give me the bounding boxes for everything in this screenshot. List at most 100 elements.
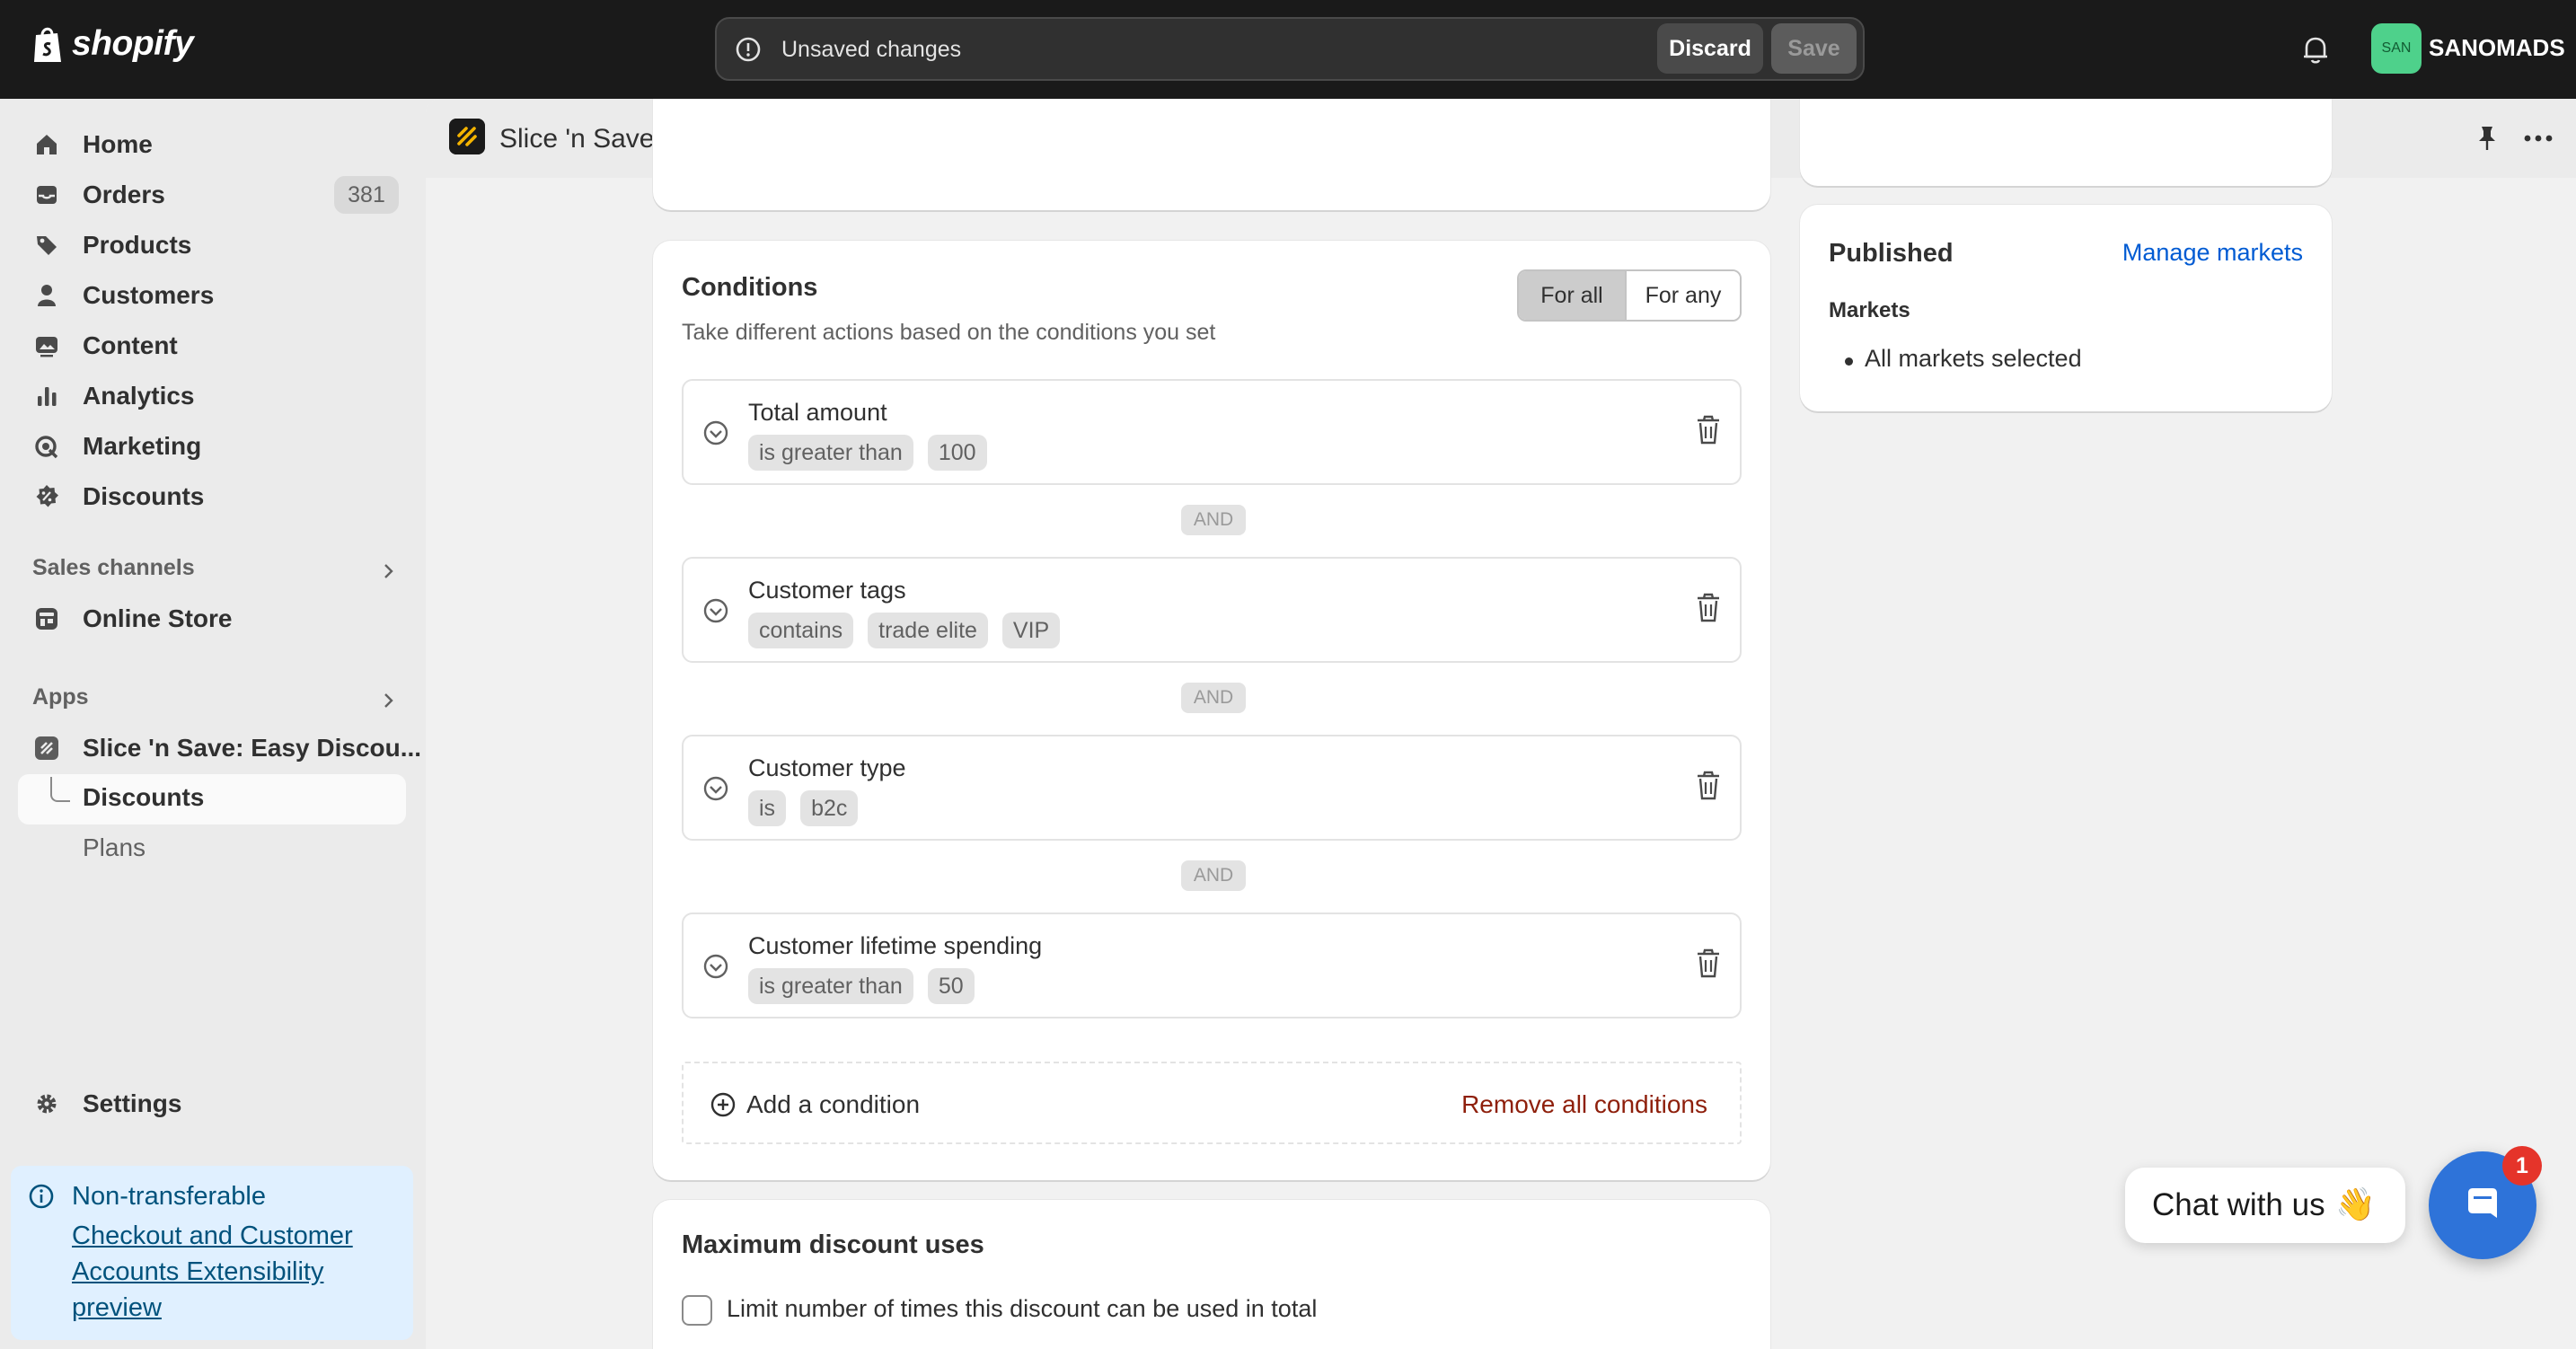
sidebar-subitem-discounts-active[interactable] — [18, 774, 406, 824]
tree-connector — [50, 777, 70, 802]
chevron-circle-icon[interactable] — [701, 419, 730, 447]
tag-icon — [37, 236, 57, 255]
chat-with-us-pill[interactable]: Chat with us 👋 — [2125, 1168, 2405, 1243]
condition-row[interactable]: Customer type is b2c — [682, 735, 1742, 841]
shopify-logo[interactable]: shopify — [31, 24, 194, 64]
extensibility-notice: Non-transferable Checkout and Customer A… — [11, 1166, 413, 1340]
home-icon — [37, 135, 57, 154]
app-icon — [35, 736, 58, 760]
inbox-icon — [37, 186, 57, 204]
image-icon — [36, 337, 57, 357]
store-icon — [36, 608, 57, 630]
markets-label: Markets — [1829, 298, 1910, 322]
notice-link[interactable]: Checkout and Customer Accounts Extensibi… — [72, 1218, 404, 1326]
sidebar-item-products[interactable]: Products — [32, 224, 191, 267]
sidebar-item-label: Customers — [83, 281, 215, 309]
previous-side-card — [1800, 99, 2332, 186]
remove-all-conditions-button[interactable]: Remove all conditions — [1461, 1090, 1707, 1119]
sidebar-item-online-store[interactable]: Online Store — [32, 597, 232, 640]
limit-uses-label[interactable]: Limit number of times this discount can … — [727, 1295, 1317, 1323]
condition-name: Customer type — [748, 754, 906, 781]
sidebar-item-orders[interactable]: Orders — [32, 173, 165, 216]
published-card: Published Manage markets Markets All mar… — [1800, 205, 2332, 411]
more-horizontal-icon[interactable] — [2520, 122, 2556, 154]
wave-icon: 👋 — [2335, 1186, 2376, 1222]
add-condition-button[interactable]: Add a condition — [746, 1090, 920, 1119]
condition-chips: contains trade elite VIP — [748, 613, 1061, 648]
chat-bubble-icon — [2468, 1188, 2497, 1218]
sidebar-item-home[interactable]: Home — [32, 123, 153, 166]
gear-icon — [37, 1094, 57, 1114]
sidebar-item-settings[interactable]: Settings — [32, 1082, 181, 1125]
store-avatar[interactable]: SAN — [2371, 23, 2422, 74]
chat-notification-badge: 1 — [2502, 1146, 2542, 1186]
sidebar-item-content[interactable]: Content — [32, 324, 178, 367]
sales-channels-heading[interactable]: Sales channels — [32, 555, 195, 581]
chevron-circle-icon[interactable] — [701, 774, 730, 803]
chat-label: Chat with us — [2152, 1187, 2325, 1222]
store-name[interactable]: SANOMADS — [2429, 34, 2565, 62]
discount-icon — [36, 485, 58, 507]
condition-name: Customer lifetime spending — [748, 932, 1043, 959]
condition-chips: is b2c — [748, 790, 859, 826]
condition-operator-chip: contains — [748, 613, 854, 648]
max-uses-card: Maximum discount uses Limit number of ti… — [653, 1200, 1770, 1349]
mode-for-any-button[interactable]: For any — [1625, 271, 1740, 320]
sidebar-item-label: Orders — [83, 181, 165, 208]
and-connector: AND — [1181, 683, 1246, 713]
sidebar-item-label: Slice 'n Save: Easy Discou... — [83, 734, 422, 762]
sidebar-item-label: Online Store — [83, 604, 233, 632]
top-bar: shopify Unsaved changes Discard Save SAN… — [0, 0, 2576, 99]
sidebar-item-label: Home — [83, 130, 153, 158]
condition-name: Total amount — [748, 399, 887, 426]
discard-button[interactable]: Discard — [1657, 23, 1763, 74]
manage-markets-link[interactable]: Manage markets — [2122, 239, 2303, 267]
notice-title: Non-transferable — [72, 1182, 266, 1211]
condition-row[interactable]: Total amount is greater than 100 — [682, 379, 1742, 485]
and-connector: AND — [1181, 505, 1246, 535]
main-content: Slice 'n Save: Easy Discounts Conditions… — [426, 99, 2576, 1349]
sidebar-item-label: Discounts — [83, 482, 205, 510]
trash-icon[interactable] — [1693, 947, 1724, 981]
pin-icon[interactable] — [2474, 124, 2501, 153]
and-connector: AND — [1181, 860, 1246, 891]
previous-card — [653, 99, 1770, 210]
brand-name: shopify — [72, 24, 194, 63]
trash-icon[interactable] — [1693, 413, 1724, 447]
condition-value-chip: 50 — [927, 968, 975, 1004]
chevron-right-icon[interactable] — [377, 690, 399, 711]
condition-value-chip: b2c — [800, 790, 859, 826]
sidebar-item-customers[interactable]: Customers — [32, 274, 214, 317]
sidebar-subitem-discounts[interactable]: Discounts — [83, 783, 204, 812]
condition-operator-chip: is greater than — [748, 435, 913, 471]
trash-icon[interactable] — [1693, 591, 1724, 625]
orders-count-badge: 381 — [334, 176, 399, 214]
sidebar-item-label: Content — [83, 331, 178, 359]
limit-uses-checkbox[interactable] — [682, 1295, 712, 1326]
condition-value-chip: VIP — [1001, 613, 1061, 648]
chevron-circle-icon[interactable] — [701, 596, 730, 625]
save-button[interactable]: Save — [1771, 23, 1857, 74]
condition-value-chip: trade elite — [868, 613, 988, 648]
unsaved-text: Unsaved changes — [781, 37, 962, 62]
person-icon — [38, 285, 56, 306]
conditions-subtitle: Take different actions based on the cond… — [682, 320, 1216, 345]
chevron-right-icon[interactable] — [377, 560, 399, 582]
sidebar-item-app[interactable]: Slice 'n Save: Easy Discou... — [32, 727, 421, 770]
add-condition-area: Add a condition Remove all conditions — [682, 1062, 1742, 1144]
condition-mode-toggle: For all For any — [1517, 269, 1742, 322]
plus-circle-icon[interactable] — [709, 1090, 737, 1119]
condition-row[interactable]: Customer lifetime spending is greater th… — [682, 913, 1742, 1018]
apps-heading[interactable]: Apps — [32, 684, 89, 710]
sidebar-subitem-plans[interactable]: Plans — [83, 833, 146, 862]
bell-icon[interactable] — [2298, 31, 2333, 67]
chevron-circle-icon[interactable] — [701, 952, 730, 981]
sidebar-item-label: Marketing — [83, 432, 202, 460]
sidebar-item-analytics[interactable]: Analytics — [32, 375, 195, 418]
condition-value-chip: 100 — [927, 435, 987, 471]
mode-for-all-button[interactable]: For all — [1519, 271, 1625, 320]
sidebar-item-marketing[interactable]: Marketing — [32, 425, 201, 468]
condition-row[interactable]: Customer tags contains trade elite VIP — [682, 557, 1742, 663]
trash-icon[interactable] — [1693, 769, 1724, 803]
sidebar-item-discounts[interactable]: Discounts — [32, 475, 204, 518]
